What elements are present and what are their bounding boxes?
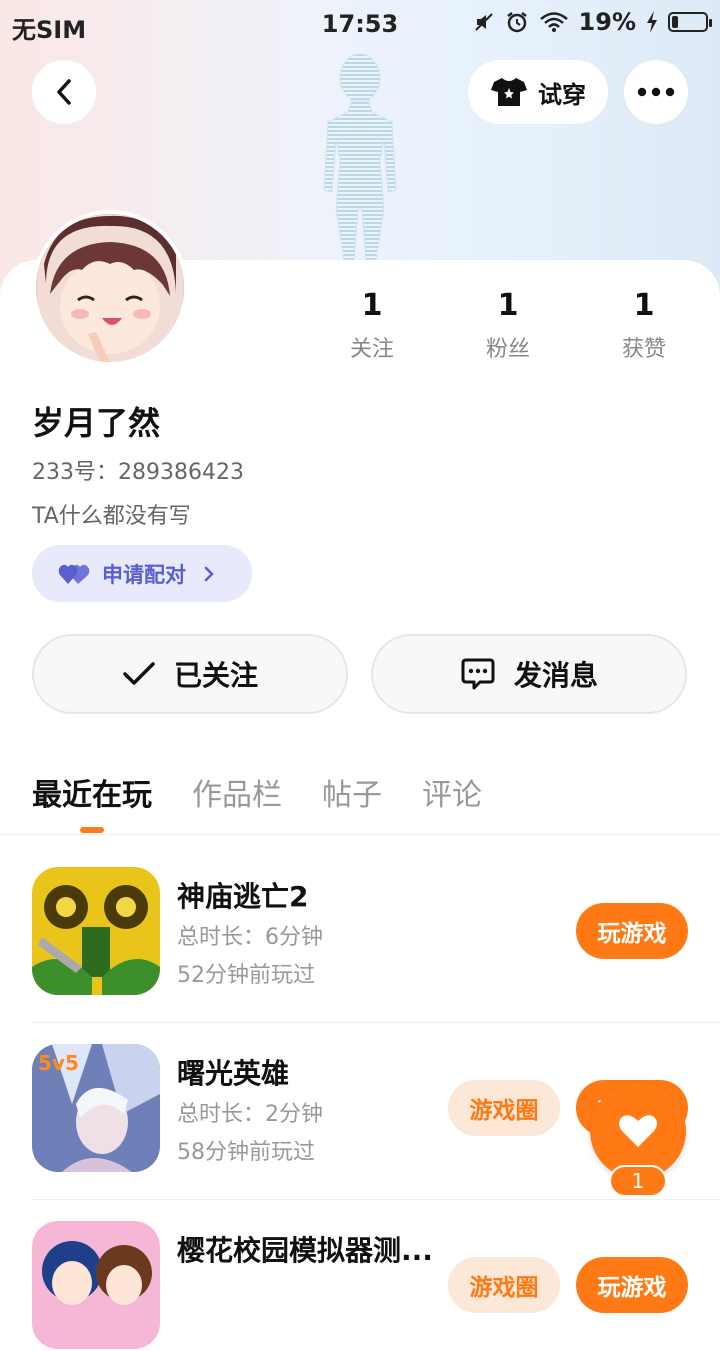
user-bio: TA什么都没有写 (32, 504, 191, 529)
game-duration: 总时长：2分钟 (177, 1102, 323, 1127)
more-button[interactable] (624, 60, 688, 124)
shirt-icon (491, 78, 527, 106)
followed-label: 已关注 (173, 659, 258, 692)
followed-button[interactable]: 已关注 (32, 634, 348, 714)
game-circle-button[interactable]: 游戏圈 (448, 1080, 560, 1136)
try-on-button[interactable]: 试穿 (468, 60, 608, 124)
status-bar: 无SIM 17:53 19% (0, 0, 720, 50)
charging-icon (647, 11, 657, 33)
tab-comments[interactable]: 评论 (422, 770, 482, 814)
stat-likes[interactable]: 1 获赞 (594, 288, 694, 363)
chat-bubble-icon (461, 658, 495, 690)
avatar-figure-silhouette (323, 53, 397, 261)
wifi-icon (539, 12, 568, 32)
stat-likes-value: 1 (633, 288, 655, 323)
game-icon-sakura-school[interactable] (32, 1221, 160, 1349)
tab-posts[interactable]: 帖子 (322, 770, 382, 814)
dawn-hero-icon: 5v5 (32, 1044, 160, 1172)
play-game-button[interactable]: 玩游戏 (576, 1257, 688, 1313)
game-circle-button[interactable]: 游戏圈 (448, 1257, 560, 1313)
game-icon-temple-run[interactable] (32, 867, 160, 995)
game-last-played: 52分钟前玩过 (177, 963, 315, 988)
battery-icon (668, 12, 712, 32)
game-last-played: 58分钟前玩过 (177, 1140, 315, 1165)
back-button[interactable] (32, 60, 96, 124)
try-on-label: 试穿 (538, 80, 586, 109)
temple-run-icon (32, 867, 160, 995)
username: 岁月了然 (32, 404, 161, 442)
request-pair-label: 申请配对 (102, 562, 186, 587)
game-name: 曙光英雄 (177, 1057, 290, 1090)
stat-followers-label: 粉丝 (485, 337, 530, 362)
active-tab-indicator (80, 827, 104, 833)
list-item[interactable]: 樱花校园模拟器测... 游戏圈 玩游戏 (32, 1221, 688, 1351)
sakura-school-icon (32, 1221, 160, 1349)
stat-likes-label: 获赞 (621, 337, 666, 362)
more-dots-icon (637, 87, 675, 97)
chevron-left-icon (57, 79, 71, 105)
alarm-icon (506, 12, 527, 33)
game-icon-dawn-hero[interactable]: 5v5 (32, 1044, 160, 1172)
avatar-image (36, 214, 184, 362)
double-heart-icon (58, 564, 90, 584)
heart-icon (619, 1115, 657, 1147)
send-message-label: 发消息 (513, 659, 598, 692)
game-name: 神庙逃亡2 (177, 880, 309, 913)
like-count-badge: 1 (609, 1165, 667, 1197)
game-duration: 总时长：6分钟 (177, 925, 323, 950)
game-name: 樱花校园模拟器测... (177, 1234, 433, 1267)
play-game-button[interactable]: 玩游戏 (576, 903, 688, 959)
tab-recently-played[interactable]: 最近在玩 (32, 770, 152, 814)
profile-tabs: 最近在玩 作品栏 帖子 评论 (0, 760, 720, 835)
send-message-button[interactable]: 发消息 (371, 634, 687, 714)
battery-percent: 19% (578, 8, 636, 36)
tab-works[interactable]: 作品栏 (192, 770, 282, 814)
stat-following-value: 1 (361, 288, 383, 323)
avatar[interactable] (32, 210, 188, 366)
mute-icon (474, 13, 493, 31)
svg-text:5v5: 5v5 (38, 1051, 79, 1075)
stat-followers[interactable]: 1 粉丝 (458, 288, 558, 363)
stat-following[interactable]: 1 关注 (322, 288, 422, 363)
list-item[interactable]: 5v5 曙光英雄 总时长：2分钟 58分钟前玩过 游戏圈 玩游戏 (32, 1044, 720, 1200)
list-item[interactable]: 神庙逃亡2 总时长：6分钟 52分钟前玩过 玩游戏 (32, 867, 720, 1023)
user-id: 233号：289386423 (32, 460, 244, 485)
check-icon (123, 662, 155, 685)
request-pair-button[interactable]: 申请配对 (32, 545, 252, 602)
stat-followers-value: 1 (497, 288, 519, 323)
chevron-right-icon (204, 566, 214, 581)
stat-following-label: 关注 (349, 337, 394, 362)
